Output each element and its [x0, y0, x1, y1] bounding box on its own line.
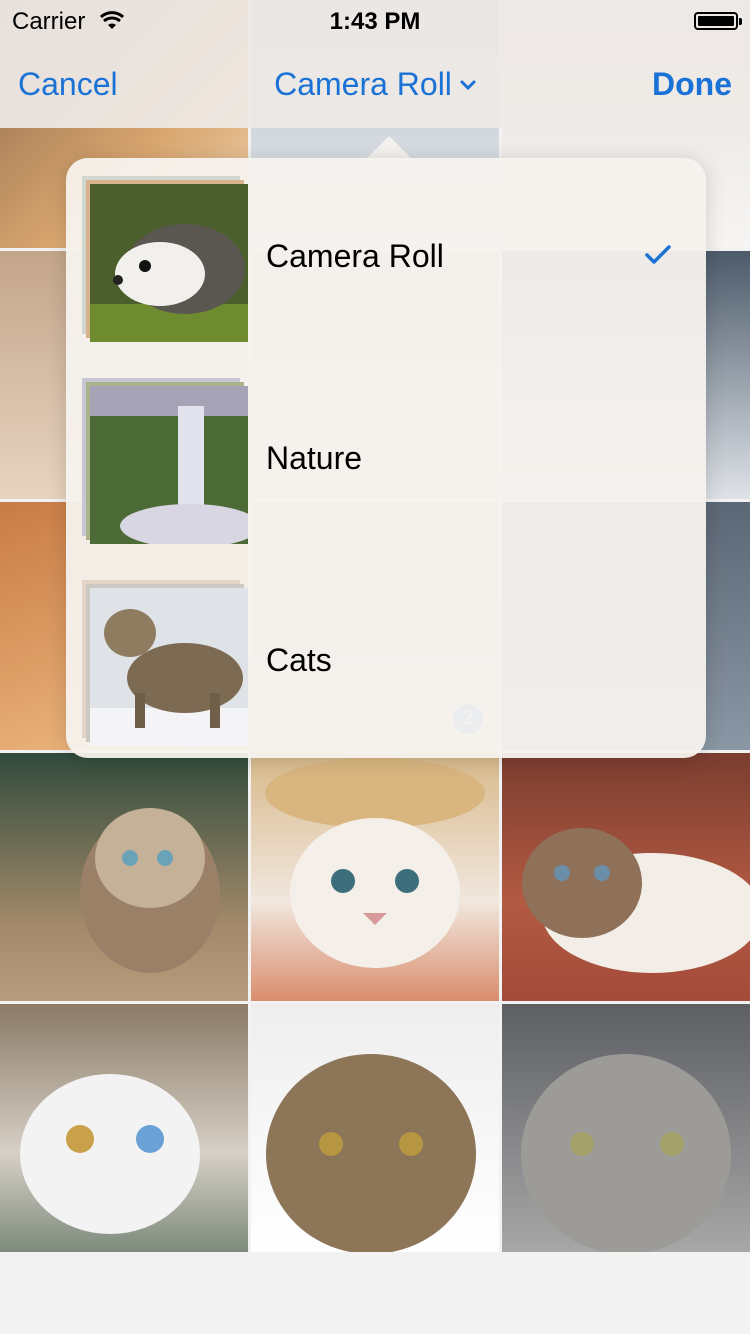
- album-name: Camera Roll: [266, 238, 444, 274]
- album-thumbnail-stack: [82, 176, 250, 344]
- status-bar: Carrier 1:43 PM: [0, 0, 750, 40]
- chevron-down-icon: [460, 80, 476, 90]
- album-thumbnail-stack: [82, 378, 250, 546]
- white-cat-photo: [20, 1074, 200, 1234]
- photo-11[interactable]: [251, 753, 499, 1001]
- kitten-photo: [80, 808, 220, 973]
- album-item-cats[interactable]: Cats: [66, 562, 706, 762]
- album-title-button[interactable]: Camera Roll: [274, 66, 476, 103]
- checkmark-icon: [645, 245, 671, 264]
- cat-thumbnail: [90, 588, 248, 746]
- kitten-hat-photo: [265, 758, 485, 968]
- photo-12[interactable]: [502, 753, 750, 1001]
- manul-photo-1: [266, 1054, 476, 1252]
- album-item-camera-roll[interactable]: Camera Roll: [66, 158, 706, 358]
- popover-arrow: [365, 136, 413, 160]
- done-button[interactable]: Done: [652, 66, 732, 103]
- grumpy-cat-photo: [522, 828, 750, 973]
- battery-icon: [694, 12, 742, 30]
- album-thumbnail-stack: [82, 580, 250, 748]
- photo-10[interactable]: [0, 753, 248, 1001]
- navigation-bar: Cancel Camera Roll Done: [0, 60, 750, 110]
- photo-13[interactable]: [0, 1004, 248, 1252]
- album-name: Nature: [266, 440, 363, 476]
- album-name: Cats: [266, 642, 332, 678]
- manul-photo-2: [521, 1054, 731, 1252]
- album-title-label: Camera Roll: [274, 66, 452, 102]
- album-item-nature[interactable]: Nature: [66, 360, 706, 560]
- album-picker-popover: Camera Roll Nature Cats: [66, 158, 706, 758]
- status-time: 1:43 PM: [329, 8, 421, 35]
- hedgehog-thumbnail: [90, 184, 248, 342]
- waterfall-thumbnail: [90, 386, 248, 544]
- photo-15[interactable]: [502, 1004, 750, 1252]
- top-bar: Carrier 1:43 PM Cancel Camera Roll Done: [0, 0, 750, 128]
- photo-14[interactable]: [251, 1004, 499, 1252]
